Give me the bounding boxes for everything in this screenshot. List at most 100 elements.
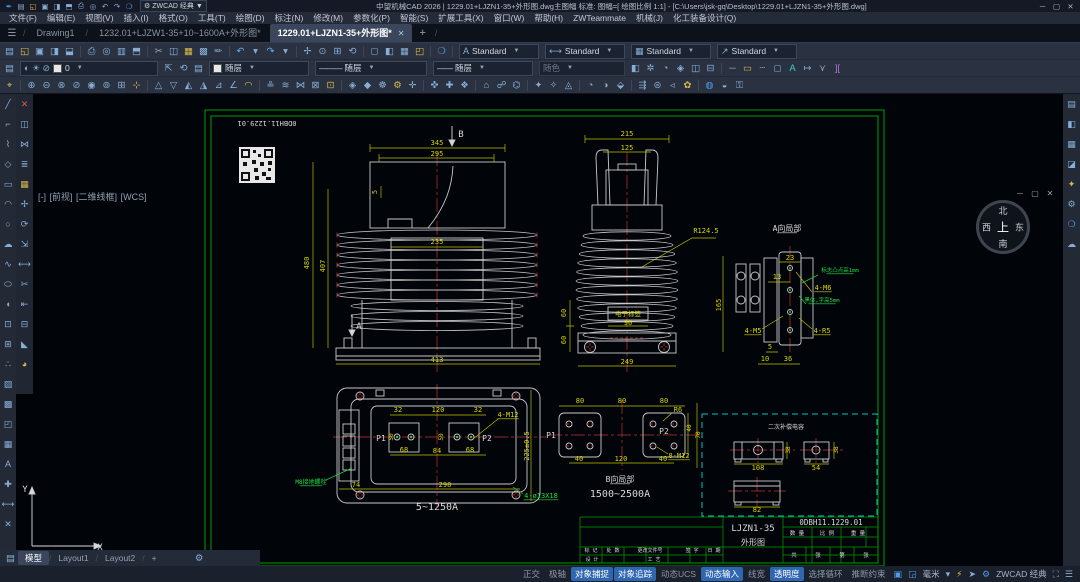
item-5[interactable]: 动态输入 bbox=[701, 567, 743, 581]
item-0[interactable]: 正交 bbox=[519, 567, 544, 581]
item-3[interactable]: 对象追踪 bbox=[614, 567, 656, 581]
addsel-icon[interactable]: ✚ bbox=[0, 474, 16, 494]
mech-tool-31-icon[interactable]: ⌬ bbox=[509, 80, 524, 91]
mech-tool-14-icon[interactable]: ∠ bbox=[226, 80, 241, 91]
redo-caret-icon[interactable]: ▾ bbox=[278, 46, 293, 57]
move-icon[interactable]: ✢ bbox=[17, 194, 33, 214]
viewport-single-icon[interactable]: ◻ bbox=[367, 46, 382, 57]
make-object-layer-current-icon[interactable]: ⇱ bbox=[161, 63, 176, 74]
compass-center[interactable]: 上 bbox=[997, 219, 1009, 236]
item-6[interactable]: 线宽 bbox=[744, 567, 769, 581]
table-icon[interactable]: ▦ bbox=[0, 434, 16, 454]
layer-lock-icon[interactable]: ◈ bbox=[673, 63, 688, 74]
mech-tool-17-icon[interactable]: ≋ bbox=[278, 80, 293, 91]
save-icon[interactable]: ▣ bbox=[39, 2, 51, 11]
redo-icon[interactable]: ↷ bbox=[263, 46, 278, 57]
layer-properties-icon[interactable]: ▤ bbox=[2, 63, 17, 74]
layer-merge-icon[interactable]: ⊟ bbox=[703, 63, 718, 74]
mech-tool-4-icon[interactable]: ⊘ bbox=[69, 80, 84, 91]
status-menu-icon[interactable]: ☰ bbox=[1062, 569, 1076, 580]
insert-block-icon[interactable]: ⊡ bbox=[0, 314, 16, 334]
minimize-window-icon[interactable]: ─ bbox=[1036, 2, 1049, 11]
mech-tool-9-icon[interactable]: △ bbox=[151, 80, 166, 91]
fullscreen-icon[interactable]: ⛶ bbox=[1050, 569, 1062, 580]
layer-combo[interactable]: ◐ ☀ ⊘ 0 ▼ bbox=[20, 61, 158, 76]
app-logo-icon[interactable]: ✒ bbox=[3, 2, 15, 11]
close-icon[interactable]: ✕ bbox=[398, 29, 405, 38]
mech-tool-12-icon[interactable]: ◮ bbox=[196, 80, 211, 91]
item-7[interactable]: 透明度 bbox=[770, 567, 804, 581]
batch-plot-icon[interactable]: ▥ bbox=[114, 46, 129, 57]
rotate-icon[interactable]: ⟳ bbox=[17, 214, 33, 234]
layer-states-icon[interactable]: ▤ bbox=[191, 63, 206, 74]
close-window-icon[interactable]: ✕ bbox=[1064, 2, 1077, 11]
polygon-icon[interactable]: ◇ bbox=[0, 154, 16, 174]
mech-tool-15-icon[interactable]: ◠ bbox=[241, 80, 256, 91]
viewport-four-icon[interactable]: ▦ bbox=[397, 46, 412, 57]
mech-tool-38-icon[interactable]: ⇶ bbox=[635, 80, 650, 91]
mech-tool-8-icon[interactable]: ⊹ bbox=[129, 80, 144, 91]
doc-tab-drawing1[interactable]: Drawing1 bbox=[29, 26, 83, 41]
break-tool-icon[interactable]: ][ bbox=[830, 63, 845, 74]
layer-previous-icon[interactable]: ⟲ bbox=[176, 63, 191, 74]
mech-tool-34-icon[interactable]: ◬ bbox=[561, 80, 576, 91]
text-style-combo[interactable]: A Standard ▼ bbox=[459, 44, 539, 59]
make-block-icon[interactable]: ⊞ bbox=[0, 334, 16, 354]
mech-tool-21-icon[interactable]: ◈ bbox=[345, 80, 360, 91]
gradient-icon[interactable]: ▩ bbox=[0, 394, 16, 414]
spline-icon[interactable]: ∿ bbox=[0, 254, 16, 274]
line-tool-icon[interactable]: ─ bbox=[725, 63, 740, 74]
mech-tool-2-icon[interactable]: ⊖ bbox=[39, 80, 54, 91]
plot-icon[interactable]: ⎙ bbox=[84, 46, 99, 57]
menubar-12[interactable]: 窗口(W) bbox=[489, 12, 530, 24]
mech-tool-7-icon[interactable]: ⊞ bbox=[114, 80, 129, 91]
doc-tab-1232[interactable]: 1232.01+LJZW1-35+10~1600A+外形图* bbox=[91, 24, 269, 42]
new-file-icon[interactable]: ▤ bbox=[15, 2, 27, 11]
zoom-previous-icon[interactable]: ⟲ bbox=[345, 46, 360, 57]
workspace-label[interactable]: ZWCAD 经典 bbox=[993, 568, 1050, 580]
undo-icon[interactable]: ↶ bbox=[233, 46, 248, 57]
design-center-icon[interactable]: ◧ bbox=[1064, 114, 1080, 134]
osnap-tool-icon[interactable]: ⋎ bbox=[815, 63, 830, 74]
paste-special-icon[interactable]: ▩ bbox=[196, 46, 211, 57]
view-control[interactable]: [前视] bbox=[50, 192, 73, 202]
polyline-icon[interactable]: ⌇ bbox=[0, 134, 16, 154]
erase-icon[interactable]: ✕ bbox=[17, 94, 33, 114]
hatch-icon[interactable]: ▨ bbox=[0, 374, 16, 394]
menubar-16[interactable]: 化工装备设计(Q) bbox=[668, 12, 741, 24]
tab-model[interactable]: 模型 bbox=[18, 551, 49, 565]
zoom-realtime-icon[interactable]: ⊙ bbox=[315, 46, 330, 57]
undo-caret-icon[interactable]: ▾ bbox=[248, 46, 263, 57]
arc-icon[interactable]: ◠ bbox=[0, 194, 16, 214]
mech-tool-39-icon[interactable]: ⊜ bbox=[650, 80, 665, 91]
linetype-combo[interactable]: ——— 随层 ▼ bbox=[315, 61, 427, 76]
export-icon[interactable]: ⬓ bbox=[62, 46, 77, 57]
zoom-window-icon[interactable]: ⊞ bbox=[330, 46, 345, 57]
selection-cursor-icon[interactable]: ➤ bbox=[965, 569, 979, 580]
save-as-icon[interactable]: ◨ bbox=[47, 46, 62, 57]
mech-tool-37-icon[interactable]: ⬙ bbox=[613, 80, 628, 91]
workspace-switcher[interactable]: ⚙ ZWCAD 经典 ▼ bbox=[140, 0, 207, 12]
undo-icon[interactable]: ↶ bbox=[99, 2, 111, 11]
mech-tool-23-icon[interactable]: ☸ bbox=[375, 80, 390, 91]
extend-icon[interactable]: ⇤ bbox=[17, 294, 33, 314]
options-icon[interactable]: ⚙ bbox=[1064, 194, 1080, 214]
mech-tool-25-icon[interactable]: ✛ bbox=[405, 80, 420, 91]
match-properties-icon[interactable]: ✏ bbox=[211, 46, 226, 57]
mech-tool-19-icon[interactable]: ⊠ bbox=[308, 80, 323, 91]
viewport-two-icon[interactable]: ◧ bbox=[382, 46, 397, 57]
properties-palette-icon[interactable]: ▤ bbox=[1064, 94, 1080, 114]
menubar-6[interactable]: 绘图(D) bbox=[231, 12, 270, 24]
item-8[interactable]: 选择循环 bbox=[805, 567, 847, 581]
fillet-icon[interactable]: ◕ bbox=[17, 354, 33, 374]
doc-minimize-icon[interactable]: ─ bbox=[1014, 189, 1026, 198]
item-4[interactable]: 动态UCS bbox=[657, 567, 700, 581]
mech-tool-29-icon[interactable]: ⌂ bbox=[479, 80, 494, 91]
mech-tool-18-icon[interactable]: ⋈ bbox=[293, 80, 308, 91]
visual-style-control[interactable]: [二维线框] bbox=[76, 192, 117, 202]
mech-tool-20-icon[interactable]: ⊡ bbox=[323, 80, 338, 91]
help-icon[interactable]: ❍ bbox=[123, 2, 135, 11]
doc-restore-icon[interactable]: ▢ bbox=[1029, 189, 1041, 198]
text-tool-icon[interactable]: A bbox=[785, 63, 800, 74]
tab-layout1[interactable]: Layout1 bbox=[51, 552, 95, 564]
